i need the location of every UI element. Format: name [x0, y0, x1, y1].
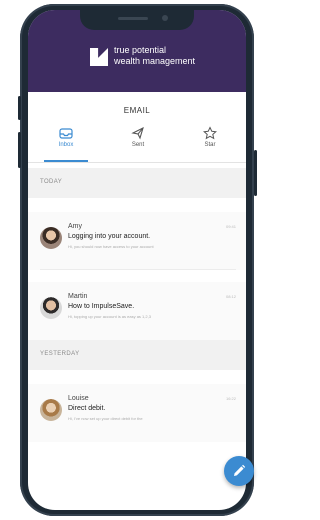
sent-icon	[131, 126, 144, 140]
message-subject: Direct debit.	[68, 405, 106, 412]
screen-title: EMAIL	[123, 106, 151, 115]
avatar	[40, 297, 62, 319]
star-icon	[203, 126, 217, 140]
section-header-yesterday: YESTERDAY	[28, 340, 246, 370]
message-time: 08:12	[225, 294, 236, 299]
message-subject: How to ImpulseSave.	[68, 303, 135, 310]
tab-star[interactable]: Star	[182, 126, 238, 148]
message-time: 16:22	[225, 396, 236, 401]
row-divider	[40, 269, 236, 270]
message-sender: Martin	[68, 293, 88, 300]
pencil-icon	[234, 464, 246, 476]
avatar	[40, 399, 62, 421]
brand-line-2: wealth management	[114, 56, 196, 66]
section-header-today: TODAY	[28, 168, 246, 198]
side-button	[18, 96, 21, 120]
avatar	[40, 227, 62, 249]
side-button	[18, 132, 21, 168]
tab-sent-label: Sent	[131, 142, 145, 148]
app-header: true potential wealth management	[28, 10, 246, 92]
brand-logo-icon	[90, 48, 108, 66]
message-sender: Louise	[68, 395, 89, 402]
tab-sent[interactable]: Sent	[110, 126, 166, 148]
brand-line-1: true potential	[114, 45, 167, 55]
inbox-icon	[59, 128, 73, 139]
message-preview: Hi, you should now have access to your a…	[68, 244, 154, 249]
app-screen: true potential wealth management EMAIL I…	[28, 10, 246, 510]
message-time: 09:41	[225, 224, 236, 229]
message-preview: Hi, I've now set up your direct debit fo…	[68, 416, 143, 421]
brand-name: true potential wealth management	[114, 45, 195, 67]
section-label: TODAY	[40, 179, 63, 185]
message-row[interactable]: Martin How to ImpulseSave. Hi, topping u…	[28, 282, 246, 340]
compose-button[interactable]	[224, 456, 254, 486]
message-sender: Amy	[68, 223, 82, 230]
message-preview: Hi, topping up your account is as easy a…	[68, 314, 151, 319]
side-button	[254, 150, 257, 196]
tab-inbox-label: Inbox	[58, 142, 74, 148]
speaker	[118, 17, 148, 20]
section-label: YESTERDAY	[40, 351, 80, 357]
tab-inbox[interactable]: Inbox	[38, 126, 94, 148]
phone-notch	[80, 10, 194, 30]
message-subject: Logging into your account.	[68, 233, 151, 240]
camera	[162, 15, 168, 21]
message-row[interactable]: Amy Logging into your account. Hi, you s…	[28, 212, 246, 270]
tabs-divider	[28, 162, 246, 163]
message-row[interactable]: Louise Direct debit. Hi, I've now set up…	[28, 384, 246, 442]
tab-star-label: Star	[204, 142, 216, 148]
